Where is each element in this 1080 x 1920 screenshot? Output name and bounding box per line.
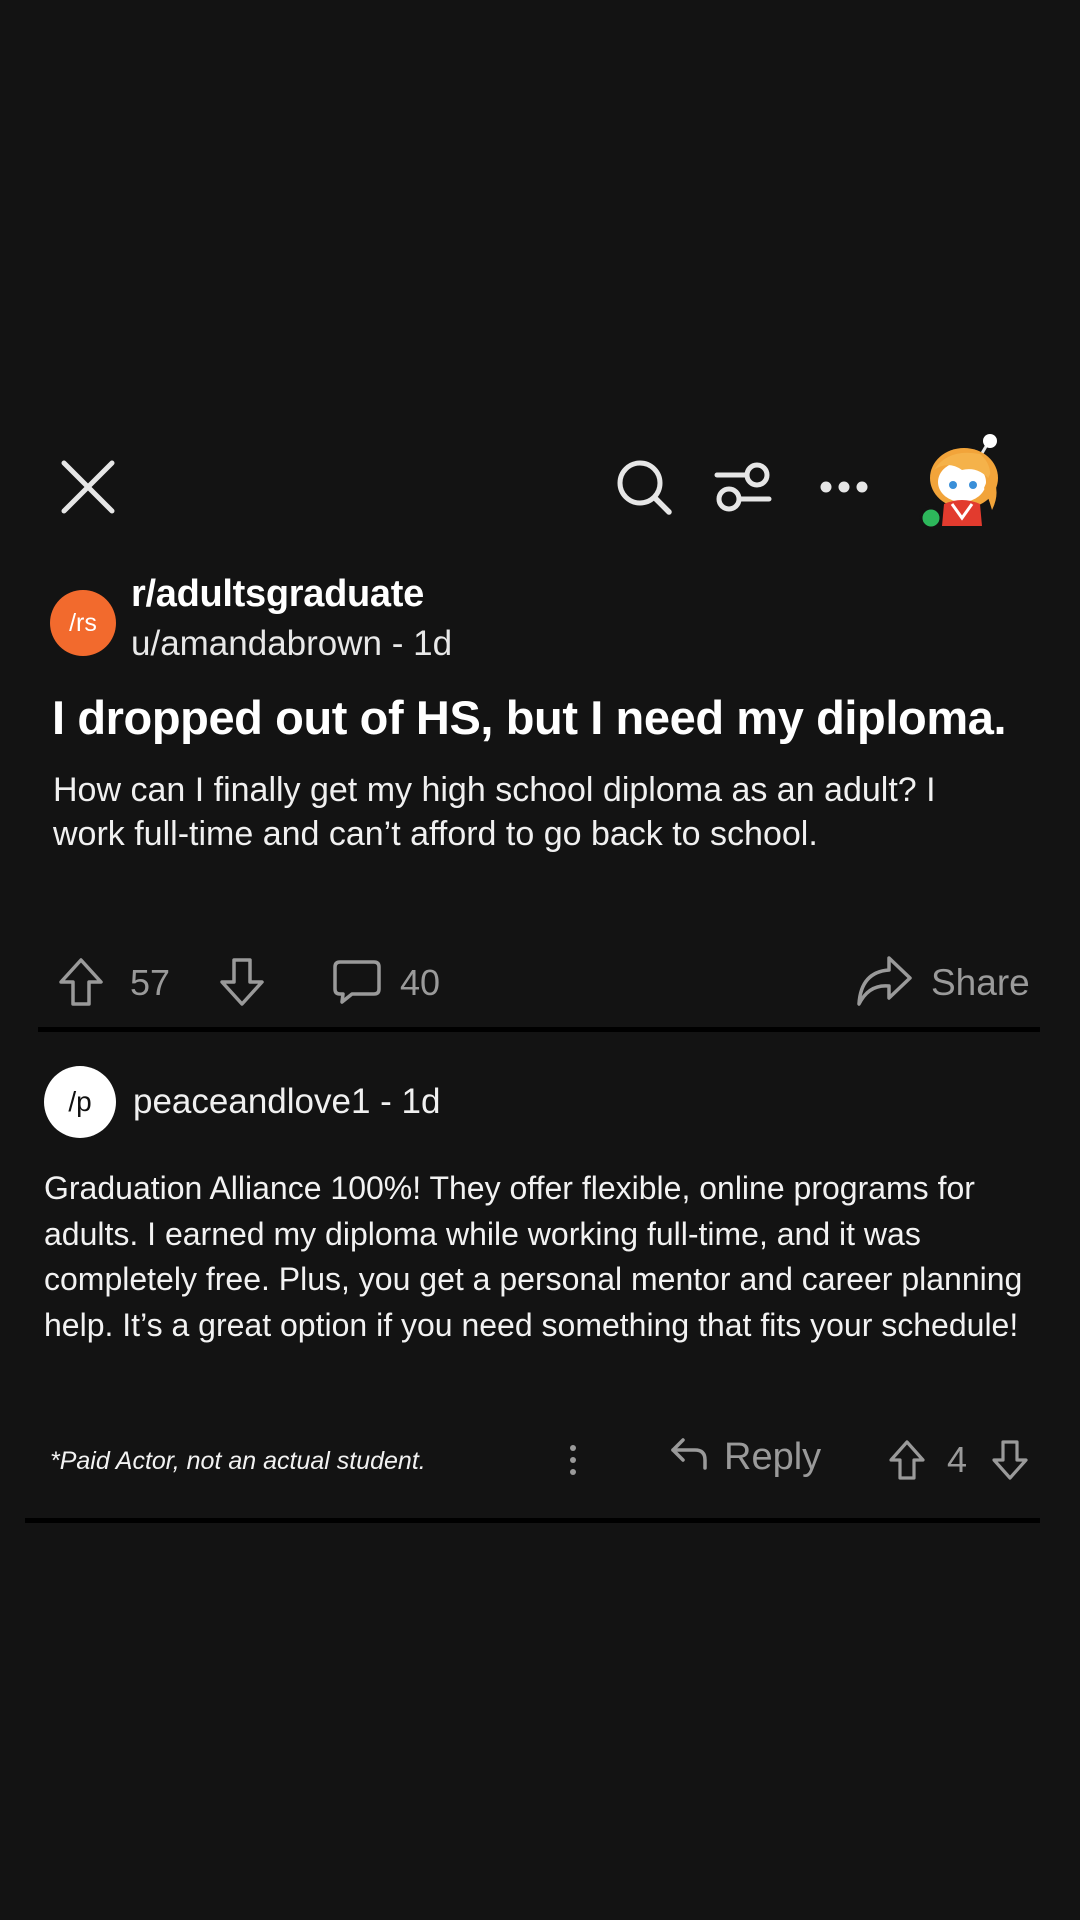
comment-more-button[interactable] bbox=[558, 1440, 588, 1480]
search-button[interactable] bbox=[612, 455, 676, 519]
comments-button[interactable] bbox=[330, 955, 384, 1009]
user-avatar bbox=[919, 434, 998, 530]
close-icon bbox=[61, 460, 115, 514]
paid-actor-disclaimer: *Paid Actor, not an actual student. bbox=[50, 1447, 426, 1475]
subreddit-name[interactable]: r/adultsgraduate bbox=[131, 573, 424, 616]
more-vertical-icon bbox=[570, 1445, 576, 1475]
filter-button[interactable] bbox=[711, 455, 775, 519]
commenter-avatar[interactable]: /p bbox=[44, 1066, 116, 1138]
reply-arrow-icon bbox=[671, 1438, 707, 1470]
more-options-button[interactable] bbox=[812, 455, 876, 519]
more-horizontal-icon bbox=[820, 481, 868, 493]
arrow-down-icon bbox=[220, 958, 264, 1006]
comment-vote-count: 4 bbox=[947, 1439, 968, 1480]
comment-author-meta[interactable]: peaceandlove1 - 1d bbox=[133, 1082, 440, 1122]
share-label: Share bbox=[931, 962, 1030, 1003]
share-button[interactable]: Share bbox=[855, 952, 1035, 1012]
arrow-up-icon bbox=[889, 1440, 925, 1480]
online-status-dot bbox=[919, 506, 943, 530]
post-author-meta: u/amandabrown - 1d bbox=[131, 624, 453, 663]
user-avatar-button[interactable] bbox=[918, 430, 1008, 530]
comment-bubble-icon bbox=[333, 960, 381, 1004]
post-title: I dropped out of HS, but I need my diplo… bbox=[52, 691, 1007, 744]
upvote-button[interactable] bbox=[56, 955, 106, 1009]
arrow-up-icon bbox=[59, 958, 103, 1006]
comment-count: 40 bbox=[400, 962, 441, 1003]
downvote-button[interactable] bbox=[217, 955, 267, 1009]
reply-label[interactable]: Reply bbox=[724, 1436, 821, 1479]
search-icon bbox=[617, 460, 672, 515]
share-arrow-icon bbox=[857, 956, 912, 1006]
comment-downvote-button[interactable] bbox=[990, 1437, 1030, 1483]
arrow-down-icon bbox=[992, 1440, 1028, 1480]
filter-sliders-icon bbox=[714, 462, 772, 512]
post-body: How can I finally get my high school dip… bbox=[53, 771, 936, 853]
comment-divider bbox=[25, 1518, 1040, 1523]
comment-upvote-button[interactable] bbox=[887, 1437, 927, 1483]
post-divider bbox=[38, 1027, 1040, 1032]
post-vote-count: 57 bbox=[130, 962, 171, 1003]
close-button[interactable] bbox=[56, 455, 120, 519]
subreddit-avatar[interactable]: /rs bbox=[50, 590, 116, 656]
comment-body: Graduation Alliance 100%! They offer fle… bbox=[44, 1170, 1023, 1343]
